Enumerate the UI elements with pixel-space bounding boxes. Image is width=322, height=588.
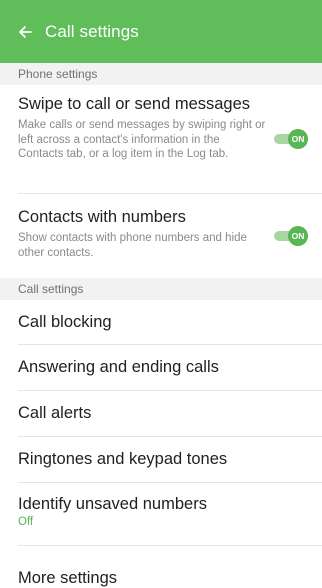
ringtones-keypad-tones-label: Ringtones and keypad tones [18, 450, 228, 468]
swipe-to-call-title: Swipe to call or send messages [18, 95, 251, 113]
page-title: Call settings [45, 21, 139, 41]
contacts-with-numbers-toggle[interactable]: ON [274, 226, 308, 246]
answering-ending-calls-item[interactable]: Answering and ending calls [0, 345, 322, 390]
toggle-thumb: ON [288, 129, 308, 149]
call-alerts-label: Call alerts [18, 404, 92, 422]
call-blocking-label: Call blocking [18, 312, 112, 331]
ringtones-keypad-tones-item[interactable]: Ringtones and keypad tones [0, 437, 322, 482]
swipe-to-call-description: Make calls or send messages by swiping r… [18, 119, 266, 160]
back-arrow-icon[interactable] [17, 24, 33, 40]
identify-unsaved-numbers-item[interactable]: Identify unsaved numbers Off [0, 483, 322, 545]
answering-ending-calls-label: Answering and ending calls [18, 358, 219, 376]
contacts-with-numbers-title: Contacts with numbers [18, 208, 186, 226]
toggle-thumb: ON [288, 226, 308, 246]
call-alerts-item[interactable]: Call alerts [0, 391, 322, 436]
more-settings-label: More settings [18, 569, 118, 587]
more-settings-item[interactable]: More settings [0, 546, 322, 588]
section-header-call-settings: Call settings [0, 278, 322, 300]
call-blocking-item[interactable]: Call blocking [0, 300, 322, 344]
identify-unsaved-numbers-label: Identify unsaved numbers [18, 495, 207, 513]
identify-unsaved-numbers-value: Off [18, 516, 34, 528]
app-bar: Call settings [0, 0, 322, 63]
contacts-with-numbers-description: Show contacts with phone numbers and hid… [18, 232, 247, 259]
swipe-to-call-setting[interactable]: Swipe to call or send messages Make call… [0, 85, 322, 193]
section-header-phone-settings: Phone settings [0, 63, 322, 85]
swipe-to-call-toggle[interactable]: ON [274, 129, 308, 149]
contacts-with-numbers-setting[interactable]: Contacts with numbers Show contacts with… [0, 194, 322, 278]
